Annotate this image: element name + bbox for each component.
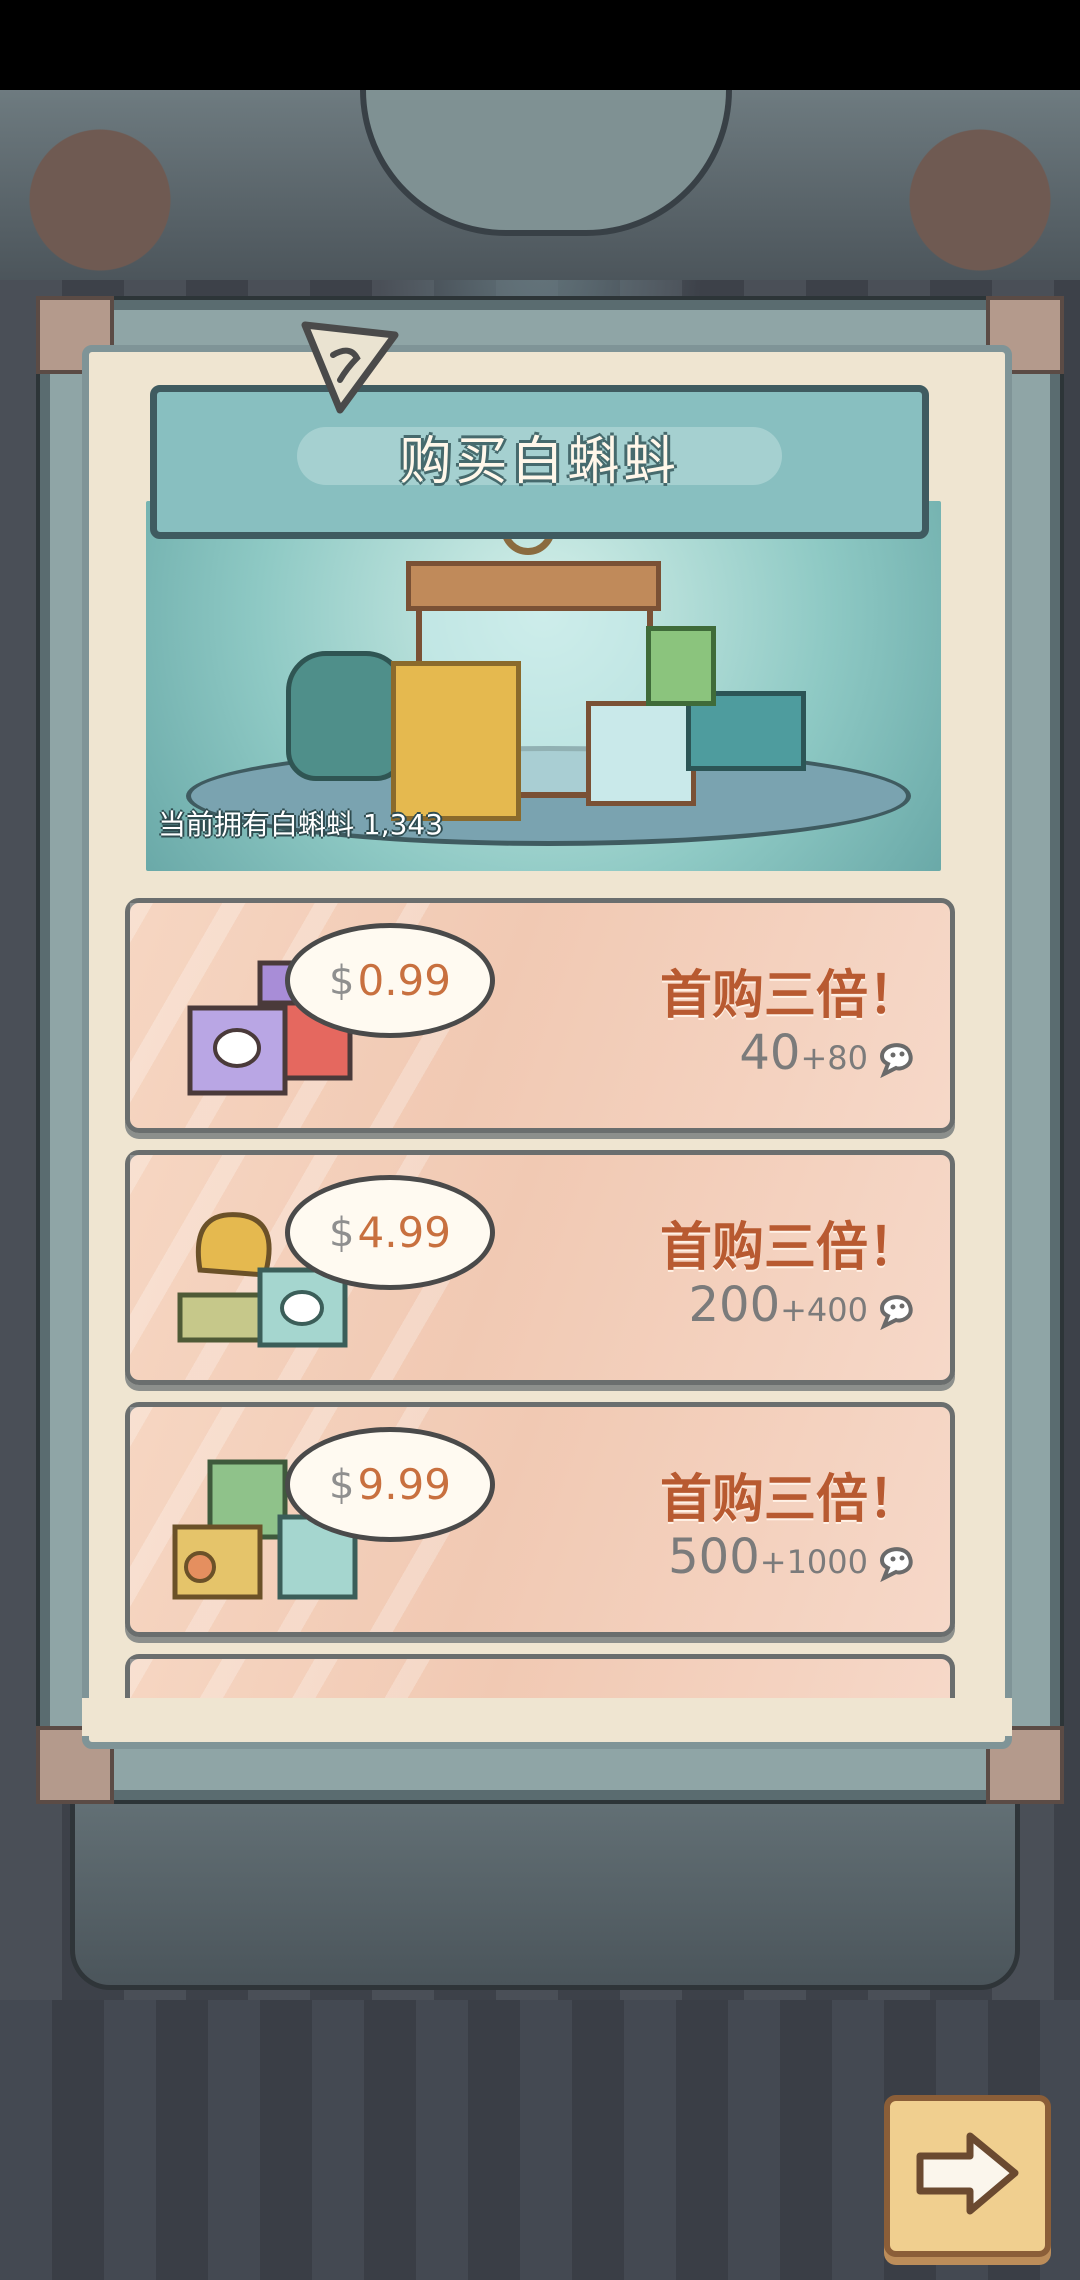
price-bubble: $ 0.99: [285, 923, 495, 1038]
small-box-illustration: [586, 701, 696, 806]
price-label: 0.99: [357, 956, 451, 1005]
bonus-amount: +80: [800, 1039, 868, 1077]
amount-row: 40 +80: [739, 1028, 920, 1078]
tadpole-icon: [879, 1295, 913, 1330]
currency-symbol: $: [329, 1461, 355, 1508]
base-amount: 40: [739, 1025, 801, 1081]
card-shine: [130, 1659, 450, 1699]
dialog-title: 购买白蝌蚪: [399, 431, 680, 492]
arrow-right-icon: [916, 2132, 1019, 2215]
triangle-tab-icon: [301, 321, 399, 414]
tadpole-icon: [879, 1043, 913, 1078]
base-amount: 500: [668, 1529, 760, 1585]
package-card-4.99[interactable]: $ 4.99 首购三倍！ 200 +400: [125, 1150, 955, 1385]
price-bubble: $ 9.99: [285, 1427, 495, 1542]
showcase-illustration: 当前拥有白蝌蚪 1,343: [140, 495, 947, 877]
gold-bag-illustration: [391, 661, 521, 821]
title-pill: 购买白蝌蚪: [297, 427, 782, 492]
base-amount: 200: [688, 1277, 781, 1333]
package-card-partial[interactable]: [125, 1654, 955, 1699]
owned-tadpoles-label: 当前拥有白蝌蚪 1,343: [158, 808, 444, 841]
amount-row: 500 +1000: [668, 1532, 920, 1582]
tadpole-box-lid: [406, 561, 661, 611]
next-button[interactable]: [884, 2095, 1051, 2257]
promo-label: 首购三倍！: [659, 966, 920, 1026]
currency-symbol: $: [329, 1209, 355, 1256]
panel-bottom-edge: [82, 1698, 1012, 1736]
promo-label: 首购三倍！: [659, 1470, 920, 1530]
screen: 当前拥有白蝌蚪 1,343 购买白蝌蚪 $ 0.99 首购三倍！ 40 +80: [0, 0, 1080, 2280]
package-card-9.99[interactable]: $ 9.99 首购三倍！ 500 +1000: [125, 1402, 955, 1637]
promo-label: 首购三倍！: [659, 1218, 920, 1278]
price-bubble: $ 4.99: [285, 1175, 495, 1290]
bonus-amount: +1000: [759, 1543, 868, 1581]
tadpole-icon: [879, 1547, 913, 1582]
price-label: 4.99: [357, 1208, 451, 1257]
amount-row: 200 +400: [688, 1280, 920, 1330]
title-banner: 购买白蝌蚪: [150, 385, 929, 539]
green-gift-illustration: [646, 626, 716, 706]
currency-symbol: $: [329, 957, 355, 1004]
package-card-0.99[interactable]: $ 0.99 首购三倍！ 40 +80: [125, 898, 955, 1133]
price-label: 9.99: [357, 1460, 451, 1509]
bonus-amount: +400: [780, 1291, 868, 1329]
gift-bag-illustration: [286, 651, 406, 781]
